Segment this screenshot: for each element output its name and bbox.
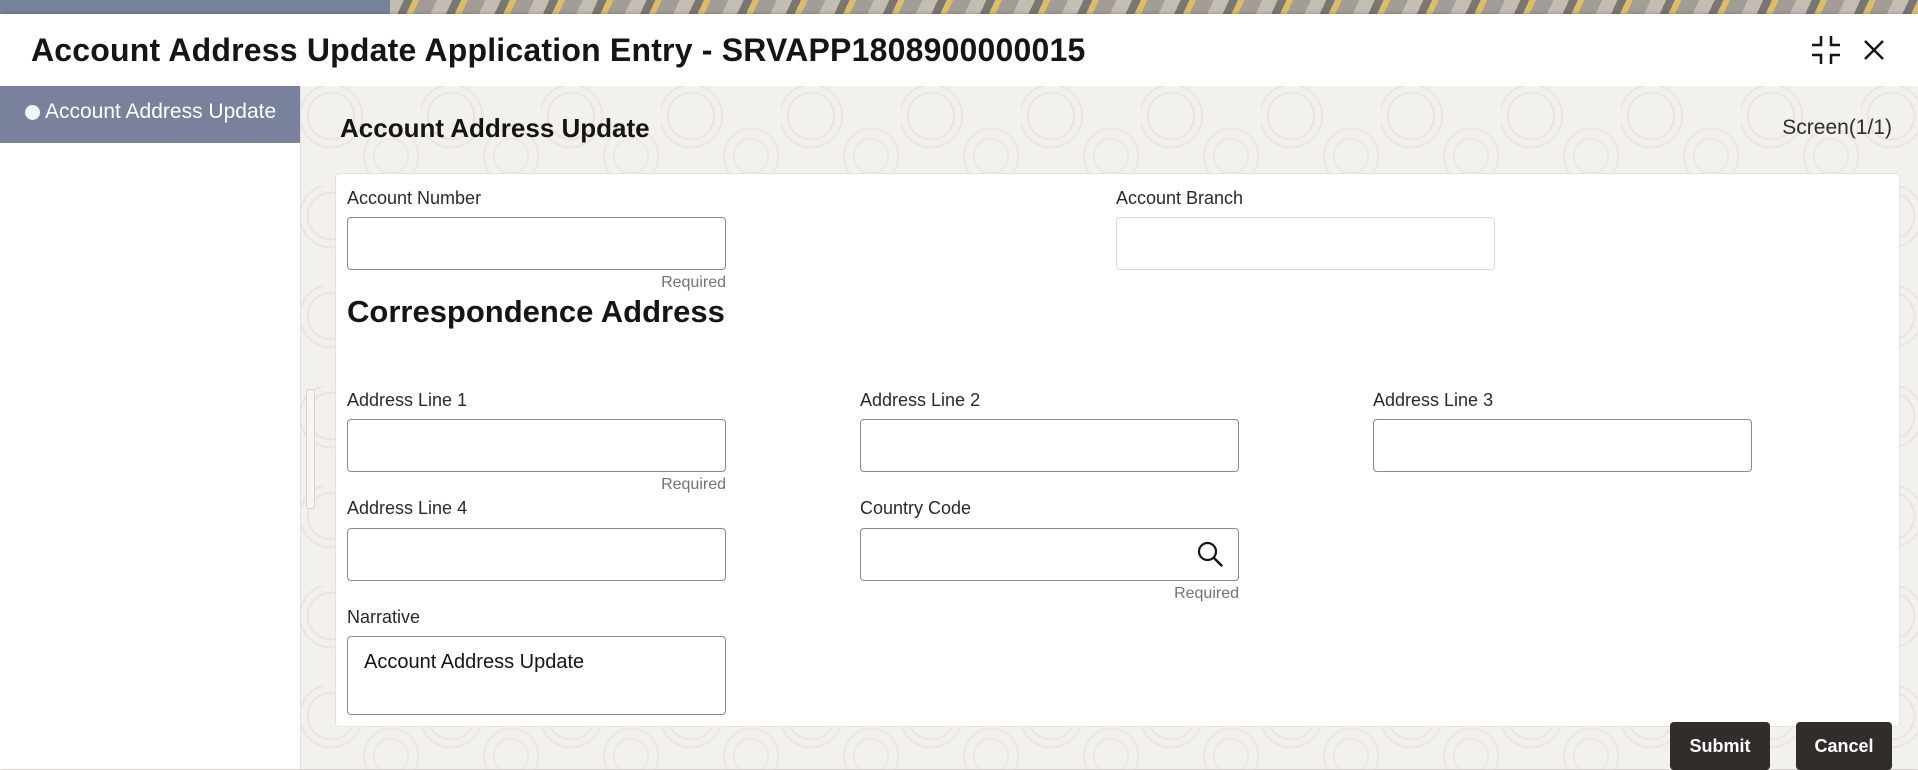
country-code-required-hint: Required [1174, 585, 1239, 602]
cancel-button[interactable]: Cancel [1796, 722, 1892, 770]
submit-button[interactable]: Submit [1670, 722, 1770, 770]
account-number-input[interactable] [347, 217, 726, 270]
address-line-2-label: Address Line 2 [860, 390, 981, 410]
account-branch-label: Account Branch [1116, 188, 1244, 208]
modal-title: Account Address Update Application Entry… [31, 32, 1086, 68]
country-code-input[interactable] [860, 528, 1239, 581]
narrative-textarea[interactable]: Account Address Update [347, 636, 726, 715]
sidebar-item-account-address-update[interactable]: Account Address Update [0, 86, 300, 143]
address-line-4-label: Address Line 4 [347, 498, 468, 518]
close-icon [1864, 40, 1884, 60]
form-panel: Account Number Required Account Branch C… [335, 173, 1900, 727]
account-number-label: Account Number [347, 188, 482, 208]
address-line-3-input[interactable] [1373, 419, 1752, 472]
address-line-1-label: Address Line 1 [347, 390, 468, 410]
sidebar: Account Address Update [0, 86, 301, 769]
correspondence-address-heading: Correspondence Address [347, 294, 725, 329]
modal-header: Account Address Update Application Entry… [0, 14, 1918, 87]
screen-indicator: Screen(1/1) [1782, 116, 1892, 139]
address-line-4-input[interactable] [347, 528, 726, 581]
address-line-1-input[interactable] [347, 419, 726, 472]
address-line-1-required-hint: Required [661, 476, 726, 493]
account-branch-field [1116, 217, 1495, 270]
status-dot-icon [25, 105, 40, 120]
address-line-3-label: Address Line 3 [1373, 390, 1494, 410]
main-content: Account Address Update Screen(1/1) Accou… [301, 86, 1918, 769]
address-line-2-input[interactable] [860, 419, 1239, 472]
collapse-icon [1812, 36, 1840, 64]
scroll-handle[interactable] [306, 389, 315, 509]
sidebar-item-label: Account Address Update [45, 100, 277, 123]
narrative-label: Narrative [347, 607, 421, 627]
account-number-required-hint: Required [661, 274, 726, 291]
country-code-label: Country Code [860, 498, 972, 518]
search-icon[interactable] [1196, 540, 1224, 568]
application-entry-modal: Account Address Update Application Entry… [0, 14, 1918, 770]
collapse-button[interactable] [1808, 32, 1844, 68]
close-button[interactable] [1856, 32, 1892, 68]
section-title: Account Address Update [340, 113, 650, 143]
